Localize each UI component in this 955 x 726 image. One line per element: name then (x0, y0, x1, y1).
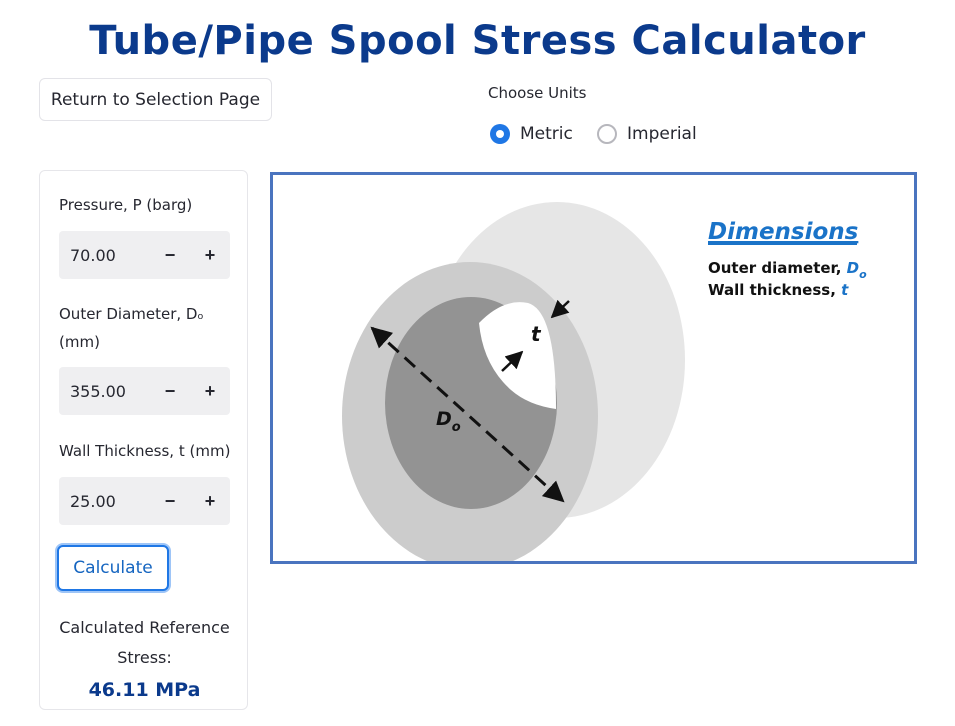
radio-metric-label: Metric (520, 124, 573, 144)
wall-thickness-legend: Wall thickness, t (708, 281, 849, 299)
outer-diameter-stepper[interactable]: 355.00 − + (59, 367, 230, 415)
radio-imperial-label: Imperial (627, 124, 697, 144)
pressure-stepper[interactable]: 70.00 − + (59, 231, 230, 279)
wall-thickness-increment-button[interactable]: + (190, 477, 230, 525)
pipe-diagram-svg: t Do Dimensions Outer diameter, Do Wall … (342, 202, 867, 570)
outer-diameter-decrement-button[interactable]: − (150, 367, 190, 415)
pressure-decrement-button[interactable]: − (150, 231, 190, 279)
pipe-dimensions-diagram: t Do Dimensions Outer diameter, Do Wall … (270, 172, 917, 570)
outer-diameter-input[interactable]: 355.00 (59, 382, 150, 401)
wall-thickness-label: Wall Thickness, t (mm) (59, 442, 231, 460)
radio-metric[interactable]: Metric (490, 124, 573, 144)
outer-diameter-label: Outer Diameter, Dₒ (mm) (59, 300, 204, 356)
result-label: Calculated Reference Stress: (40, 613, 249, 673)
thickness-symbol-label: t (531, 322, 542, 346)
result-label-line1: Calculated Reference (59, 618, 230, 637)
input-panel: Pressure, P (barg) 70.00 − + Outer Diame… (39, 170, 248, 710)
page-title: Tube/Pipe Spool Stress Calculator (89, 18, 866, 64)
return-to-selection-button[interactable]: Return to Selection Page (39, 78, 272, 121)
units-label: Choose Units (488, 84, 587, 102)
radio-imperial[interactable]: Imperial (597, 124, 697, 144)
calculate-button[interactable]: Calculate (57, 545, 169, 591)
wall-thickness-input[interactable]: 25.00 (59, 492, 150, 511)
outer-diameter-increment-button[interactable]: + (190, 367, 230, 415)
result-label-line2: Stress: (117, 648, 172, 667)
dimensions-heading: Dimensions (708, 219, 858, 245)
radio-unselected-icon[interactable] (597, 124, 617, 144)
pressure-label: Pressure, P (barg) (59, 196, 193, 214)
outer-diameter-label-line1: Outer Diameter, Dₒ (59, 305, 204, 323)
pressure-increment-button[interactable]: + (190, 231, 230, 279)
outer-diameter-legend: Outer diameter, Do (708, 259, 867, 281)
wall-thickness-decrement-button[interactable]: − (150, 477, 190, 525)
result-value: 46.11 MPa (88, 679, 201, 701)
outer-diameter-label-line2: (mm) (59, 333, 100, 351)
wall-thickness-stepper[interactable]: 25.00 − + (59, 477, 230, 525)
pressure-input[interactable]: 70.00 (59, 246, 150, 265)
radio-selected-icon[interactable] (490, 124, 510, 144)
